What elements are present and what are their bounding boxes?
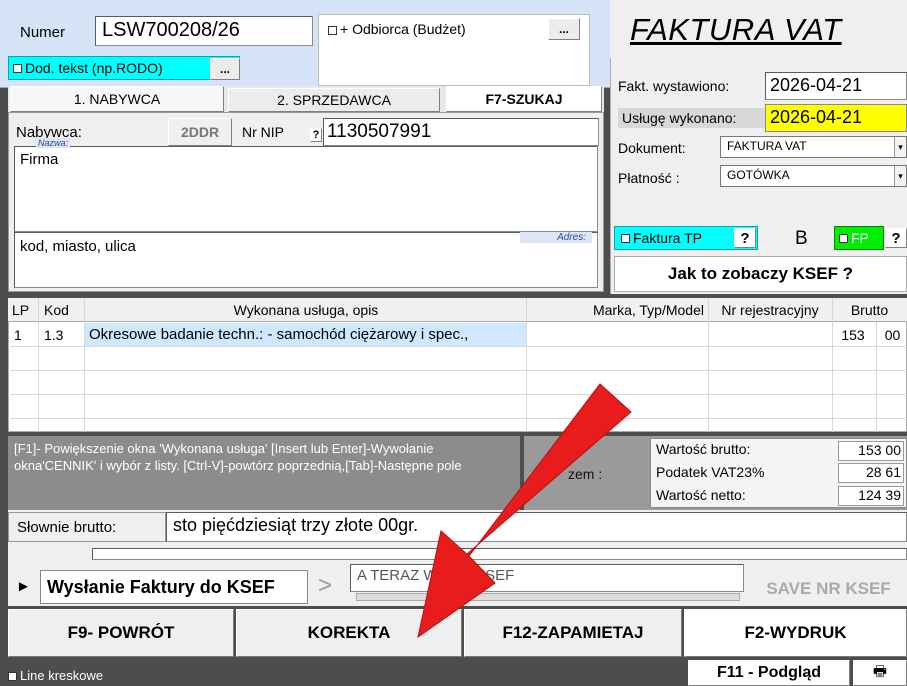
red-arrow-annotation xyxy=(417,383,632,639)
red-arrow-shape xyxy=(417,383,632,639)
